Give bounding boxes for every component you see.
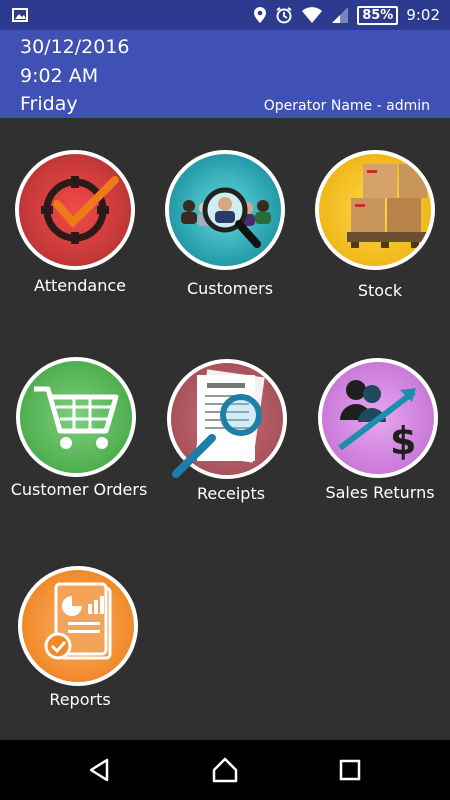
status-bar: 85% 9:02 <box>0 0 450 30</box>
home-icon[interactable] <box>210 755 240 785</box>
attendance-icon <box>15 150 135 270</box>
navigation-bar <box>0 740 450 800</box>
battery-icon: 85% <box>357 5 399 25</box>
clock: 9:02 <box>406 6 440 24</box>
header-time: 9:02 AM <box>20 65 99 87</box>
magnifier-handle <box>172 434 216 478</box>
location-icon <box>254 7 267 23</box>
wifi-icon <box>302 7 323 23</box>
tile-label: Receipts <box>196 484 266 503</box>
tile-label: Attendance <box>34 276 126 295</box>
app-header: 30/12/2016 9:02 AM Friday Operator Name … <box>0 30 450 118</box>
reports-icon <box>18 566 138 686</box>
stock-icon <box>315 150 435 270</box>
customers-icon <box>165 150 285 270</box>
sales-returns-icon: $ <box>318 358 438 478</box>
signal-icon <box>332 7 349 23</box>
alarm-icon <box>276 7 292 24</box>
tile-label: Sales Returns <box>325 483 435 502</box>
cart-icon <box>16 357 136 477</box>
header-date: 30/12/2016 <box>20 36 130 58</box>
svg-text:$: $ <box>390 419 416 463</box>
tile-label: Reports <box>49 690 111 709</box>
operator-name: Operator Name - admin <box>263 98 430 114</box>
recents-icon[interactable] <box>335 755 365 785</box>
back-icon[interactable] <box>85 755 115 785</box>
tile-label: Stock <box>357 281 403 300</box>
tile-label: Customer Orders <box>10 480 148 499</box>
tile-label: Customers <box>186 279 274 298</box>
header-day: Friday <box>20 93 78 115</box>
gallery-icon <box>12 8 28 22</box>
